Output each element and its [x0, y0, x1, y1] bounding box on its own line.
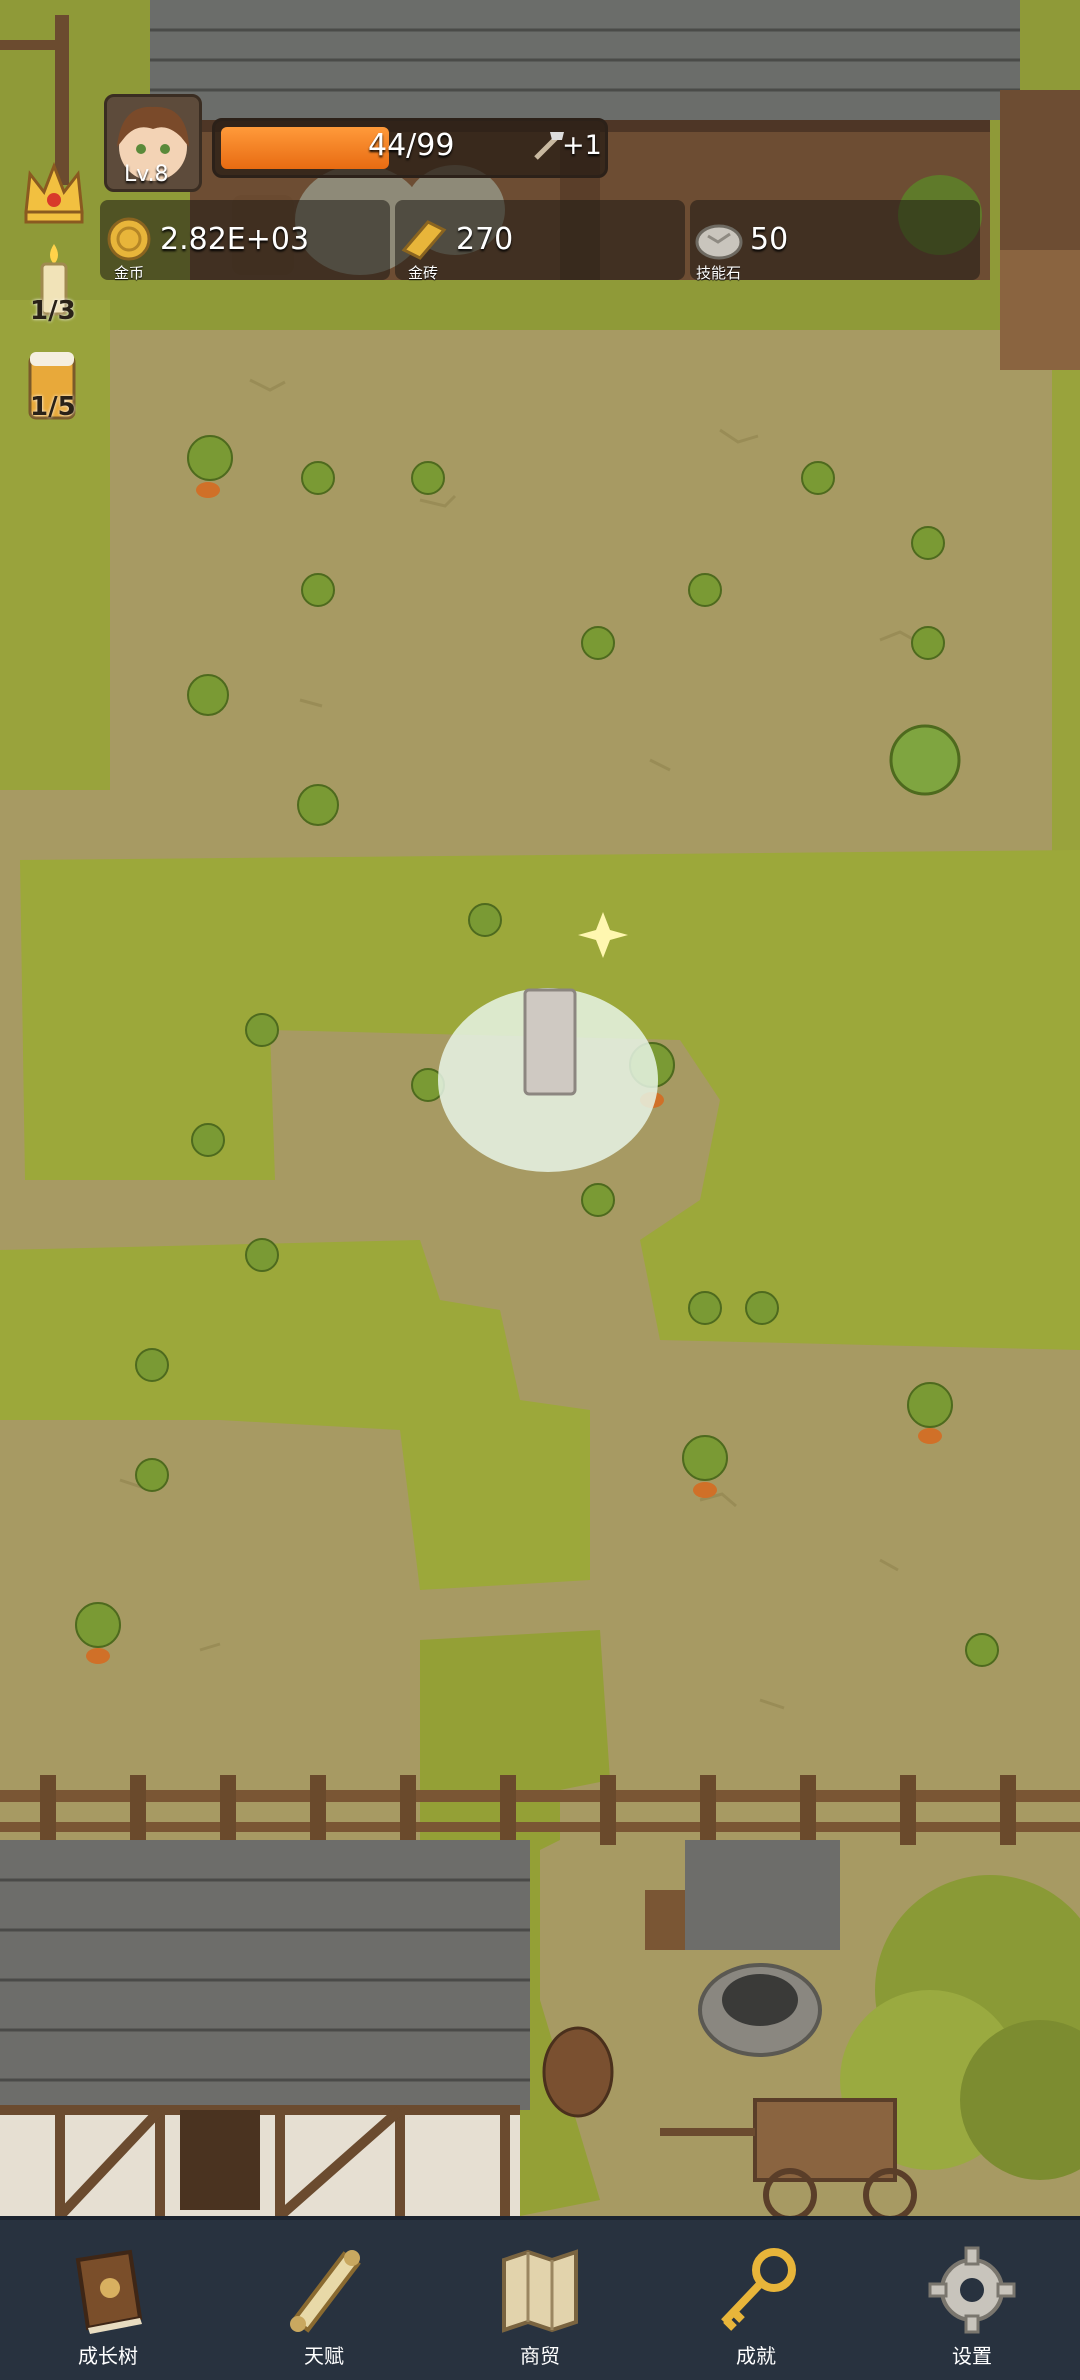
nav-talent-label: 天赋	[304, 2344, 344, 2368]
skill-stone-icon	[695, 224, 743, 260]
beer-mug-count: 1/5	[30, 392, 76, 422]
player-level: Lv.8	[124, 162, 169, 187]
nav-achievement-label: 成就	[736, 2344, 776, 2368]
gold-coin-icon	[107, 217, 151, 261]
book-icon	[75, 2249, 143, 2334]
gold-bar-label: 金砖	[408, 264, 439, 282]
nav-trade-label: 商贸	[520, 2344, 560, 2368]
nav-growth-tree[interactable]: 成长树	[0, 2220, 216, 2380]
nav-settings[interactable]: 设置	[864, 2220, 1080, 2380]
scroll-icon	[290, 2250, 361, 2333]
nav-achievement[interactable]: 成就	[648, 2220, 864, 2380]
gold-coin-label: 金币	[114, 264, 145, 282]
crown-icon[interactable]	[20, 156, 88, 226]
gold-coin-value: 2.82E+03	[160, 222, 310, 257]
skill-stone-label: 技能石	[696, 264, 742, 282]
gold-bar-value: 270	[456, 222, 514, 257]
bottom-nav: 成长树 天赋 商贸 成就 设置	[0, 2216, 1080, 2380]
game-scene[interactable]: Lv.8 44/99 +1 2.82E+03 金币 270 金砖 50 技能石 …	[0, 0, 1080, 2216]
exp-bonus: +1	[562, 130, 602, 161]
nav-talent[interactable]: 天赋	[216, 2220, 432, 2380]
exp-bar-fill	[221, 127, 389, 169]
nav-growth-tree-label: 成长树	[78, 2344, 138, 2368]
skill-stone-value: 50	[750, 222, 789, 257]
nav-settings-label: 设置	[952, 2344, 992, 2368]
farm-field[interactable]	[0, 0, 1080, 2216]
exp-text: 44/99	[368, 128, 455, 163]
nav-trade[interactable]: 商贸	[432, 2220, 648, 2380]
key-icon	[721, 2248, 796, 2331]
candle-count: 1/3	[30, 296, 76, 326]
gear-icon	[928, 2246, 1016, 2334]
gold-bar-icon	[401, 220, 447, 260]
map-icon	[502, 2249, 578, 2333]
